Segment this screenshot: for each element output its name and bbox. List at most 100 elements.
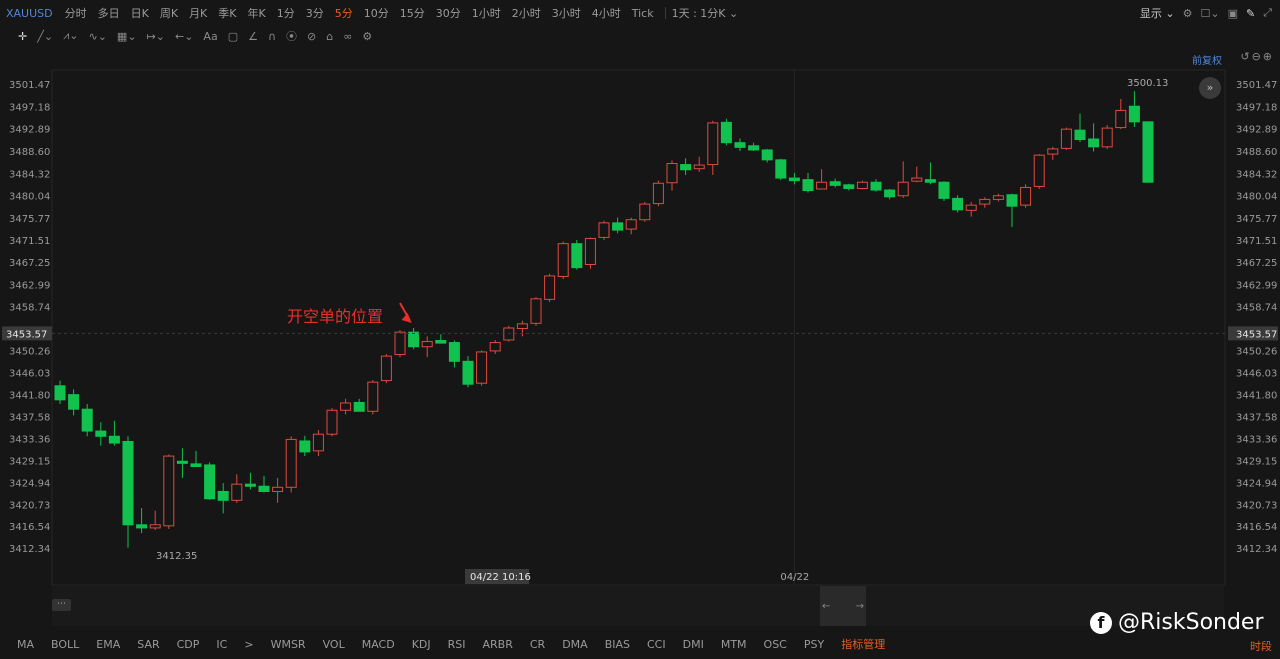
- y-tick-left-3: 3488.60: [9, 147, 50, 158]
- y-tick-right-20: 3416.54: [1236, 522, 1277, 533]
- annotation-text: 开空单的位置: [287, 307, 383, 326]
- y-tick-right-14: 3441.80: [1236, 391, 1277, 402]
- watermark: f @RiskSonder: [1090, 610, 1264, 635]
- y-tick-right-8: 3467.25: [1236, 258, 1277, 269]
- candle-body-55: [802, 179, 814, 192]
- candle-body-53: [775, 159, 787, 179]
- indicator-16[interactable]: CCI: [647, 638, 666, 651]
- facebook-logo-icon: f: [1090, 611, 1112, 634]
- candle-body-30: [462, 360, 474, 385]
- y-tick-right-2: 3492.89: [1236, 125, 1277, 136]
- y-tick-left-8: 3467.25: [9, 258, 50, 269]
- candle-body-1: [68, 394, 80, 410]
- y-tick-right-18: 3424.94: [1236, 478, 1277, 489]
- indicator-5[interactable]: IC: [216, 638, 227, 651]
- candle-body-64: [924, 179, 936, 183]
- candle-body-2: [81, 408, 93, 432]
- candle-body-67: [965, 204, 977, 211]
- candle-body-29: [448, 342, 460, 362]
- candle-body-75: [1074, 129, 1086, 141]
- y-tick-left-17: 3429.15: [9, 456, 50, 467]
- indicator-19[interactable]: OSC: [764, 638, 787, 651]
- candle-body-31: [476, 351, 488, 384]
- candle-body-41: [612, 222, 624, 231]
- date-label: 04/22: [780, 572, 809, 583]
- candle-body-51: [748, 145, 760, 151]
- indicator-2[interactable]: EMA: [96, 638, 120, 651]
- candle-body-77: [1101, 127, 1113, 148]
- y-tick-left-4: 3484.32: [9, 169, 50, 180]
- candle-body-18: [299, 440, 311, 453]
- indicator-1[interactable]: BOLL: [51, 638, 79, 651]
- candle-body-14: [244, 483, 256, 487]
- y-tick-left-7: 3471.51: [9, 236, 50, 247]
- candle-body-6: [136, 524, 148, 529]
- candle-body-63: [911, 177, 923, 182]
- period-tab[interactable]: 时段: [1250, 638, 1272, 654]
- candle-body-36: [544, 275, 556, 300]
- indicator-9[interactable]: MACD: [362, 638, 395, 651]
- candle-body-80: [1142, 121, 1154, 183]
- y-tick-left-12: 3450.26: [9, 347, 50, 358]
- y-tick-left-0: 3501.47: [9, 80, 50, 91]
- navigator-handle[interactable]: ← →: [820, 586, 866, 626]
- more-icon[interactable]: ⋯: [52, 599, 71, 611]
- plot-frame: [51, 69, 1226, 586]
- indicator-8[interactable]: VOL: [323, 638, 345, 651]
- candle-body-15: [258, 485, 270, 492]
- indicator-4[interactable]: CDP: [177, 638, 200, 651]
- y-tick-right-10: 3458.74: [1236, 302, 1277, 313]
- indicator-manager-button[interactable]: 指标管理: [841, 636, 885, 652]
- candle-body-3: [95, 430, 107, 437]
- candle-body-52: [761, 149, 773, 161]
- candle-body-60: [870, 181, 882, 191]
- indicator-3[interactable]: SAR: [137, 638, 159, 651]
- candle-body-16: [272, 486, 284, 492]
- indicator-18[interactable]: MTM: [721, 638, 747, 651]
- y-tick-right-17: 3429.15: [1236, 456, 1277, 467]
- candle-body-40: [598, 222, 610, 238]
- y-tick-left-2: 3492.89: [9, 125, 50, 136]
- candle-body-11: [204, 464, 216, 500]
- y-tick-right-0: 3501.47: [1236, 80, 1277, 91]
- y-tick-right-12: 3450.26: [1236, 347, 1277, 358]
- indicator-15[interactable]: BIAS: [605, 638, 630, 651]
- indicator-10[interactable]: KDJ: [412, 638, 431, 651]
- indicator-6[interactable]: >: [244, 638, 253, 651]
- candle-body-44: [652, 182, 664, 205]
- candle-body-59: [856, 181, 868, 189]
- indicator-13[interactable]: CR: [530, 638, 545, 651]
- y-tick-right-6: 3475.77: [1236, 214, 1277, 225]
- candle-body-27: [421, 341, 433, 348]
- indicator-7[interactable]: WMSR: [271, 638, 306, 651]
- candle-body-19: [312, 433, 324, 452]
- y-tick-left-13: 3446.03: [9, 369, 50, 380]
- y-tick-left-6: 3475.77: [9, 214, 50, 225]
- candle-body-43: [639, 203, 651, 221]
- candle-body-73: [1047, 148, 1059, 155]
- candle-body-54: [788, 177, 800, 182]
- indicator-14[interactable]: DMA: [562, 638, 588, 651]
- fast-forward-icon[interactable]: »: [1199, 77, 1221, 99]
- candle-body-76: [1088, 138, 1100, 148]
- candle-body-45: [666, 162, 678, 184]
- y-tick-left-21: 3412.34: [9, 544, 50, 555]
- candle-body-49: [720, 121, 732, 144]
- indicator-11[interactable]: RSI: [448, 638, 466, 651]
- candle-body-37: [557, 243, 569, 277]
- candlestick-chart[interactable]: 3501.47 3501.47 3497.18 3497.18 3492.89 3492.…: [0, 0, 1280, 659]
- y-tick-right-21: 3412.34: [1236, 544, 1277, 555]
- candle-body-24: [380, 355, 392, 382]
- indicator-0[interactable]: MA: [17, 638, 34, 651]
- annotation-arrow-head: [401, 312, 412, 323]
- range-navigator[interactable]: [52, 586, 1224, 626]
- indicator-20[interactable]: PSY: [804, 638, 824, 651]
- candle-body-39: [584, 237, 596, 265]
- y-tick-right-1: 3497.18: [1236, 102, 1277, 113]
- candle-body-32: [489, 342, 501, 352]
- y-tick-left-20: 3416.54: [9, 522, 50, 533]
- indicator-17[interactable]: DMI: [683, 638, 704, 651]
- indicator-12[interactable]: ARBR: [483, 638, 513, 651]
- candle-body-13: [231, 483, 243, 501]
- candle-body-69: [992, 195, 1004, 200]
